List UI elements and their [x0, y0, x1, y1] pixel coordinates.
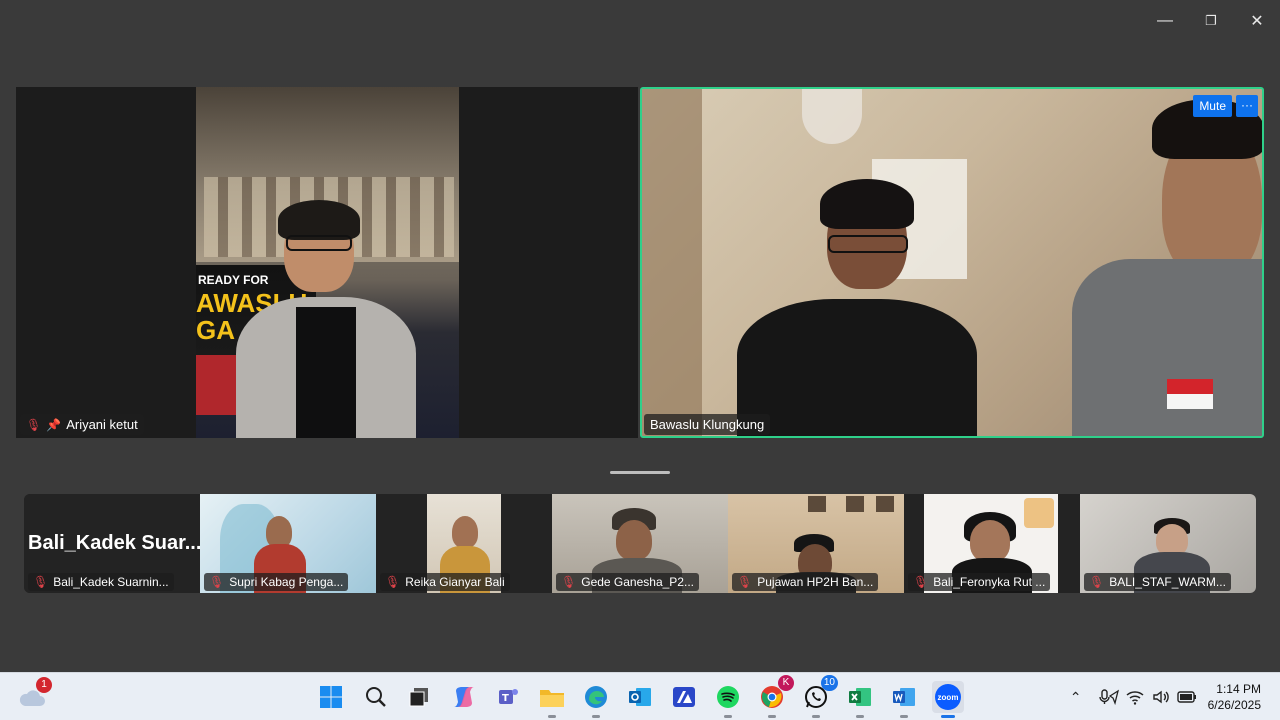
copilot-icon [454, 687, 474, 707]
notification-badge: 1 [36, 677, 52, 693]
participant-name-label: 🎙 Bali_Feronyka Rut ... [908, 573, 1051, 591]
gallery-tile[interactable]: 🎙 Reika Gianyar Bali [376, 494, 552, 593]
word-icon [893, 688, 915, 706]
chrome-app[interactable]: K [756, 675, 794, 718]
running-indicator [768, 715, 776, 718]
mic-muted-icon: 🎙 [33, 575, 49, 589]
mic-muted-icon: 🎙 [1089, 575, 1105, 589]
task-view-icon [409, 688, 428, 707]
microphone-location-icon[interactable] [1097, 685, 1121, 709]
running-indicator [724, 715, 732, 718]
mic-muted-icon: 🎙 [913, 575, 929, 589]
minimize-button[interactable]: — [1142, 0, 1188, 42]
mic-muted-icon: 🎙 [561, 575, 577, 589]
excel-icon [849, 688, 871, 706]
whatsapp-app[interactable]: 10 [800, 675, 838, 718]
participant-name-label: 🎙 Reika Gianyar Bali [380, 573, 510, 591]
notification-badge: 10 [820, 675, 838, 691]
outlook-app[interactable] [624, 681, 656, 713]
spotify-icon [717, 686, 739, 708]
running-indicator [941, 715, 955, 718]
more-options-button[interactable]: ··· [1236, 95, 1258, 117]
participant-name-label: 🎙 Gede Ganesha_P2... [556, 573, 699, 591]
running-indicator [900, 715, 908, 718]
running-indicator [548, 715, 556, 718]
gallery-tile[interactable]: 🎙 Supri Kabag Penga... [200, 494, 376, 593]
task-view-button[interactable] [403, 681, 435, 713]
volume-icon[interactable] [1149, 685, 1173, 709]
start-button[interactable] [315, 681, 347, 713]
windows-logo-icon [320, 686, 342, 708]
copilot-app[interactable] [448, 681, 480, 713]
running-indicator [856, 715, 864, 718]
excel-app[interactable] [844, 681, 876, 718]
window-controls: — ❐ ✕ [1142, 0, 1280, 42]
system-tray: ⌃ 1:14 PM 6/26/2025 [1063, 673, 1280, 720]
battery-icon[interactable] [1175, 685, 1199, 709]
gallery-tile[interactable]: 🎙 BALI_STAF_WARM... [1080, 494, 1256, 593]
teams-icon: T [499, 689, 518, 704]
mic-muted-icon: 🎙 [26, 417, 42, 432]
profile-badge: K [778, 675, 794, 691]
teams-app[interactable]: T [492, 681, 524, 713]
gallery-strip: Bali_Kadek Suar... 🎙 Bali_Kadek Suarnin.… [24, 494, 1256, 593]
affinity-icon [673, 687, 695, 707]
running-indicator [812, 715, 820, 718]
banner-small-text: READY FOR [198, 273, 269, 287]
gallery-tile[interactable]: 🎙 Pujawan HP2H Ban... [728, 494, 904, 593]
search-button[interactable] [360, 681, 392, 713]
wifi-icon[interactable] [1123, 685, 1147, 709]
search-icon [366, 687, 386, 707]
participant-avatar-name: Bali_Kadek Suar... [28, 532, 200, 554]
file-explorer-app[interactable] [536, 681, 568, 718]
restore-button[interactable]: ❐ [1188, 0, 1234, 42]
taskbar: 1 T K 10 zoom ⌃ 1:14 PM 6/26/2025 [0, 672, 1280, 720]
gallery-tile[interactable]: Bali_Kadek Suar... 🎙 Bali_Kadek Suarnin.… [24, 494, 200, 593]
video-tile-bawaslu-klungkung[interactable]: Mute ··· Bawaslu Klungkung [640, 87, 1264, 438]
video-tile-ariyani[interactable]: READY FOR AWASLU GA 🎙 📌 Ariyani ketut [16, 87, 638, 438]
participant-name-label: 🎙 📌 Ariyani ketut [20, 414, 144, 435]
running-indicator [592, 715, 600, 718]
mute-button[interactable]: Mute [1193, 95, 1232, 117]
participant-name-label: Bawaslu Klungkung [644, 414, 771, 435]
clock-date: 6/26/2025 [1207, 698, 1261, 712]
zoom-label: zoom [937, 692, 959, 702]
gallery-tile[interactable]: 🎙 Bali_Feronyka Rut ... [904, 494, 1080, 593]
affinity-app[interactable] [668, 681, 700, 713]
participant-name-label: 🎙 BALI_STAF_WARM... [1084, 573, 1231, 591]
mic-muted-icon: 🎙 [385, 575, 401, 589]
outlook-icon [629, 688, 651, 706]
mic-muted-icon: 🎙 [737, 575, 753, 589]
close-button[interactable]: ✕ [1234, 0, 1280, 42]
chevron-up-icon[interactable]: ⌃ [1064, 685, 1088, 709]
mic-muted-icon: 🎙 [209, 575, 225, 589]
pin-icon: 📌 [46, 417, 62, 432]
clock[interactable]: 1:14 PM 6/26/2025 [1208, 681, 1261, 713]
participant-name-label: 🎙 Supri Kabag Penga... [204, 573, 349, 591]
zoom-app[interactable]: zoom [932, 681, 964, 718]
word-app[interactable] [888, 681, 920, 718]
resize-handle[interactable] [610, 471, 670, 474]
folder-icon [540, 690, 564, 707]
edge-icon [585, 686, 607, 708]
svg-text:T: T [502, 693, 509, 704]
weather-widget[interactable]: 1 [16, 677, 52, 713]
spotify-app[interactable] [712, 681, 744, 718]
participant-name-label: 🎙 Pujawan HP2H Ban... [732, 573, 879, 591]
gallery-tile[interactable]: 🎙 Gede Ganesha_P2... [552, 494, 728, 593]
edge-app[interactable] [580, 681, 612, 718]
participant-video: READY FOR AWASLU GA [196, 87, 459, 438]
clock-time: 1:14 PM [1216, 682, 1261, 696]
participant-name-label: 🎙 Bali_Kadek Suarnin... [28, 573, 174, 591]
